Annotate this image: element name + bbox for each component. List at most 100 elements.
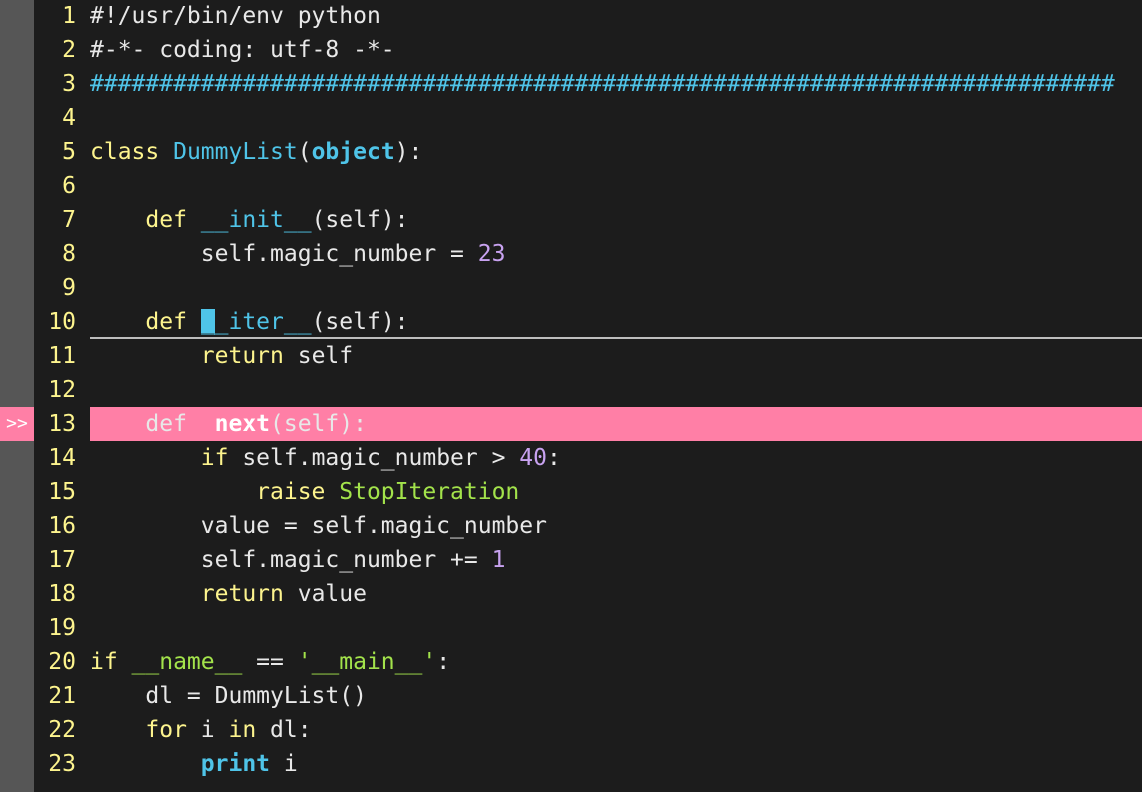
code-line[interactable]: 22 for i in dl: [0, 713, 1142, 747]
line-number: 10 [48, 309, 76, 335]
code-text[interactable]: def __init__(self): [90, 203, 1142, 237]
code-token: (self): [311, 207, 409, 233]
gutter-sign[interactable] [0, 543, 34, 577]
gutter-sign[interactable] [0, 679, 34, 713]
code-line[interactable]: 7 def __init__(self): [0, 203, 1142, 237]
code-line[interactable]: 10 def __iter__(self): [0, 305, 1142, 339]
code-token: ########################################… [90, 71, 1115, 97]
code-text[interactable]: for i in dl: [90, 713, 1142, 747]
code-line[interactable]: 15 raise StopIteration [0, 475, 1142, 509]
gutter-sign[interactable] [0, 747, 34, 781]
code-token: 1 [491, 547, 506, 573]
code-token: value [297, 581, 367, 607]
code-text[interactable]: #!/usr/bin/env python [90, 0, 1142, 33]
code-line[interactable]: 2 #-*- coding: utf-8 -*- [0, 33, 1142, 67]
breakpoint-sign[interactable]: >> [0, 407, 34, 441]
code-text[interactable]: if __name__ == '__main__': [90, 645, 1142, 679]
code-token: == [242, 649, 298, 675]
gutter-sign[interactable] [0, 611, 34, 645]
gutter-sign[interactable] [0, 237, 34, 271]
code-line[interactable]: 17 self.magic_number += 1 [0, 543, 1142, 577]
code-line[interactable]: 6 [0, 169, 1142, 203]
code-text[interactable]: dl = DummyList() [90, 679, 1142, 713]
code-token: value = self.magic_number [90, 513, 547, 539]
code-text[interactable]: return self [90, 339, 1142, 373]
gutter-sign[interactable] [0, 645, 34, 679]
code-token: ): [394, 139, 423, 165]
code-text[interactable]: return value [90, 577, 1142, 611]
line-number: 22 [48, 717, 76, 743]
gutter-sign[interactable] [0, 271, 34, 305]
breakpoint-line-text[interactable]: def next(self): [90, 407, 1142, 441]
text-cursor: _ [200, 309, 215, 335]
cursor-line-text[interactable]: def __iter__(self): [90, 305, 1142, 339]
code-line[interactable]: 4 [0, 101, 1142, 135]
code-text[interactable]: class DummyList(object): [90, 135, 1142, 169]
code-text[interactable] [90, 611, 1142, 645]
line-number: 8 [62, 241, 76, 267]
code-text[interactable] [90, 101, 1142, 135]
code-token: '__main__' [297, 649, 437, 675]
code-text[interactable]: self.magic_number += 1 [90, 543, 1142, 577]
code-line[interactable]: >> 13 def next(self): [0, 407, 1142, 441]
gutter-sign[interactable] [0, 509, 34, 543]
code-line[interactable]: 16 value = self.magic_number [0, 509, 1142, 543]
code-text[interactable]: ########################################… [90, 67, 1142, 101]
gutter-sign[interactable] [0, 101, 34, 135]
code-token: : [546, 445, 561, 471]
code-line[interactable]: 5 class DummyList(object): [0, 135, 1142, 169]
gutter-sign[interactable] [0, 169, 34, 203]
code-token: : [436, 649, 451, 675]
code-line[interactable]: 18 return value [0, 577, 1142, 611]
code-line[interactable]: 19 [0, 611, 1142, 645]
gutter-sign[interactable] [0, 33, 34, 67]
code-line[interactable]: 14 if self.magic_number > 40: [0, 441, 1142, 475]
code-token: 40 [519, 445, 547, 471]
code-text[interactable]: value = self.magic_number [90, 509, 1142, 543]
code-line[interactable]: 11 return self [0, 339, 1142, 373]
code-text[interactable]: raise StopIteration [90, 475, 1142, 509]
code-line[interactable]: 9 [0, 271, 1142, 305]
gutter-sign[interactable] [0, 67, 34, 101]
code-token: DummyList [173, 139, 298, 165]
code-text[interactable]: print i [90, 747, 1142, 781]
gutter-sign[interactable] [0, 203, 34, 237]
gutter-sign[interactable] [0, 0, 34, 33]
code-token: return [90, 343, 298, 369]
code-token: def [90, 411, 215, 437]
code-text[interactable] [90, 373, 1142, 407]
code-line[interactable]: 8 self.magic_number = 23 [0, 237, 1142, 271]
code-line[interactable]: 23 print i [0, 747, 1142, 781]
code-token: return [90, 581, 298, 607]
gutter-sign[interactable] [0, 135, 34, 169]
gutter-sign[interactable] [0, 305, 34, 339]
code-line[interactable]: 12 [0, 373, 1142, 407]
code-text[interactable] [90, 271, 1142, 305]
code-editor[interactable]: 1 #!/usr/bin/env python 2 #-*- coding: utf-… [0, 0, 1142, 792]
code-token: in [228, 717, 271, 743]
gutter-sign[interactable] [0, 713, 34, 747]
code-line[interactable]: 1 #!/usr/bin/env python [0, 0, 1142, 33]
gutter-sign[interactable] [0, 441, 34, 475]
line-number: 5 [62, 139, 76, 165]
line-number: 19 [48, 615, 76, 641]
line-number: 3 [62, 71, 76, 97]
line-number: 11 [48, 343, 76, 369]
code-token: object [311, 139, 395, 165]
code-text[interactable] [90, 169, 1142, 203]
code-token: if [90, 649, 132, 675]
gutter-sign[interactable] [0, 577, 34, 611]
code-line[interactable]: 21 dl = DummyList() [0, 679, 1142, 713]
code-text[interactable]: self.magic_number = 23 [90, 237, 1142, 271]
gutter-sign[interactable] [0, 339, 34, 373]
gutter-sign[interactable] [0, 475, 34, 509]
code-line[interactable]: 3 #######################################… [0, 67, 1142, 101]
gutter-sign[interactable] [0, 373, 34, 407]
code-token: i [283, 751, 298, 777]
code-token: #!/usr/bin/env python [90, 3, 381, 29]
line-number: 4 [62, 105, 76, 131]
line-number: 1 [62, 3, 76, 29]
code-line[interactable]: 20 if __name__ == '__main__': [0, 645, 1142, 679]
code-text[interactable]: #-*- coding: utf-8 -*- [90, 33, 1142, 67]
code-text[interactable]: if self.magic_number > 40: [90, 441, 1142, 475]
